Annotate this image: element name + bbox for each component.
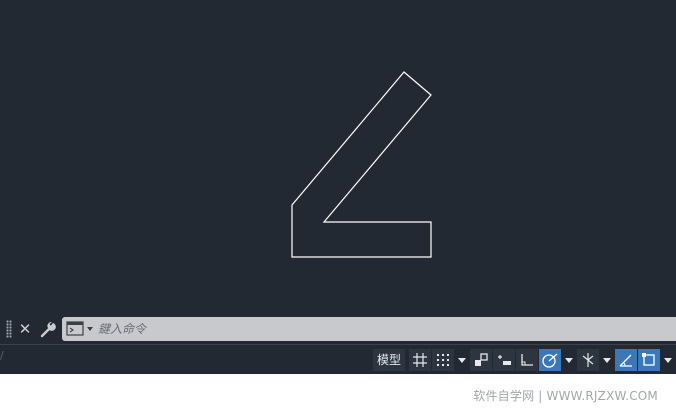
dynamic-input-button[interactable]: [493, 349, 515, 371]
status-tools: 模型: [372, 348, 676, 372]
model-space-button[interactable]: 模型: [372, 349, 405, 371]
close-icon[interactable]: ✕: [16, 319, 34, 339]
infer-constraints-icon: [475, 353, 488, 366]
isodraft-icon: [582, 353, 594, 367]
object-snap-tracking-button[interactable]: [615, 349, 637, 371]
status-bar: / 模型: [0, 344, 676, 374]
isodraft-dropdown[interactable]: [600, 349, 614, 371]
chevron-down-icon: [603, 358, 611, 363]
grip-icon[interactable]: [6, 320, 12, 338]
footer-band: 软件自学网 | WWW.RJZXW.COM: [0, 374, 676, 419]
snap-dropdown[interactable]: [455, 349, 469, 371]
command-line: ✕: [0, 314, 676, 344]
ortho-button[interactable]: [516, 349, 538, 371]
osnap-dropdown[interactable]: [661, 349, 675, 371]
command-prompt-icon[interactable]: [66, 321, 96, 337]
l-shape-polyline[interactable]: [291, 71, 432, 258]
drawing-svg: [291, 71, 432, 258]
object-snap-icon: [619, 354, 632, 367]
chevron-down-icon: [565, 358, 573, 363]
watermark-text: 软件自学网 | WWW.RJZXW.COM: [473, 389, 658, 403]
ortho-icon: [521, 354, 533, 366]
dynamic-input-icon: [498, 355, 511, 365]
polar-dropdown[interactable]: [562, 349, 576, 371]
infer-constraints-button[interactable]: [470, 349, 492, 371]
polar-tracking-icon: [542, 353, 558, 368]
grid-icon: [413, 353, 427, 367]
chevron-down-icon: [664, 358, 672, 363]
status-divider-icon: /: [0, 349, 4, 362]
grid-button[interactable]: [409, 349, 431, 371]
snap-icon: [437, 354, 449, 366]
wrench-icon[interactable]: [38, 319, 58, 339]
command-input-box[interactable]: [62, 317, 676, 341]
chevron-down-icon: [458, 358, 466, 363]
isodraft-button[interactable]: [577, 349, 599, 371]
command-input[interactable]: [98, 317, 668, 341]
polar-tracking-button[interactable]: [539, 349, 561, 371]
selection-cycling-button[interactable]: [638, 349, 660, 371]
snap-button[interactable]: [432, 349, 454, 371]
selection-cycling-icon: [642, 353, 655, 366]
drawing-canvas[interactable]: [0, 0, 676, 344]
